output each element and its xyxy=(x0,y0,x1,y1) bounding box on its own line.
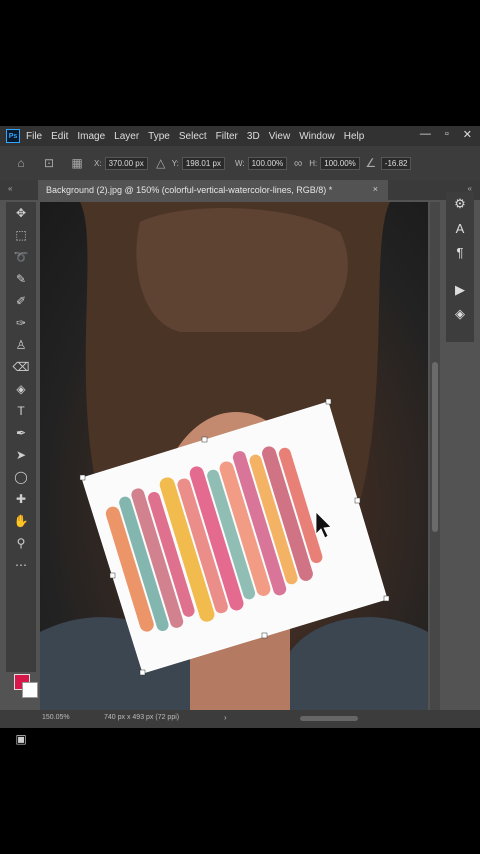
menu-layer[interactable]: Layer xyxy=(114,131,139,142)
brush-icon[interactable]: ✑ xyxy=(6,312,36,334)
layers-icon[interactable]: ◈ xyxy=(446,302,474,326)
eraser-icon[interactable]: ⌫ xyxy=(6,356,36,378)
collapse-toolbar-icon[interactable]: « xyxy=(8,184,12,193)
window-controls: — ▫ ✕ xyxy=(420,128,472,141)
zoom-level[interactable]: 150.05% xyxy=(42,714,70,721)
hair-highlight xyxy=(136,208,348,332)
w-field[interactable]: 100.00% xyxy=(247,156,288,170)
home-icon[interactable]: ⌂ xyxy=(14,156,28,170)
menu-bar: Ps File Edit Image Layer Type Select Fil… xyxy=(0,126,480,146)
h-field[interactable]: 100.00% xyxy=(320,156,360,170)
menu-type[interactable]: Type xyxy=(148,131,170,142)
angle-icon: ∠ xyxy=(365,156,377,170)
photoshop-window: Ps File Edit Image Layer Type Select Fil… xyxy=(0,126,480,746)
tools-panel: ✥ ⬚ ➰ ✎ ✐ ✑ ♙ ⌫ ◈ T ✒ ➤ ◯ ✚ ✋ ⚲ ⋯ ◙ ▣ xyxy=(6,202,38,746)
type-icon[interactable]: A xyxy=(446,216,474,240)
transform-handle-left[interactable] xyxy=(109,572,116,579)
hand-icon[interactable]: ✋ xyxy=(6,510,36,532)
right-panel-dock: ⚙ A ¶ ▶ ◈ xyxy=(446,192,474,342)
transform-handle-tl[interactable] xyxy=(79,474,86,481)
transform-handle-bl[interactable] xyxy=(139,669,146,676)
background-color-swatch[interactable] xyxy=(22,682,38,698)
transform-handle-tr[interactable] xyxy=(325,398,332,405)
document-tabs: « Background (2).jpg @ 150% (colorful-ve… xyxy=(0,180,480,200)
menu-help[interactable]: Help xyxy=(344,131,365,142)
document-tab[interactable]: Background (2).jpg @ 150% (colorful-vert… xyxy=(38,180,388,200)
delta-icon[interactable]: △ xyxy=(154,156,168,170)
play-icon[interactable]: ▶ xyxy=(446,278,474,302)
screen-mode-icon[interactable]: ▣ xyxy=(6,728,36,750)
x-label: X: xyxy=(94,158,102,168)
zoom-icon[interactable]: ✚ xyxy=(6,488,36,510)
document-canvas[interactable] xyxy=(40,202,428,710)
menu-view[interactable]: View xyxy=(269,131,291,142)
color-swatches xyxy=(14,670,40,700)
status-menu-arrow[interactable]: › xyxy=(224,713,227,722)
stamp-icon[interactable]: ♙ xyxy=(6,334,36,356)
canvas-artwork xyxy=(40,202,428,710)
transform-handle-bottom[interactable] xyxy=(261,632,268,639)
menu-edit[interactable]: Edit xyxy=(51,131,68,142)
link-icon[interactable]: ∞ xyxy=(291,156,305,170)
status-bar: 150.05% 740 px x 493 px (72 ppi) › xyxy=(0,710,480,728)
menu-file[interactable]: File xyxy=(26,131,42,142)
vertical-scroll-thumb[interactable] xyxy=(432,362,438,532)
transform-preset-icon[interactable]: ⊡ xyxy=(42,156,56,170)
y-label: Y: xyxy=(171,158,179,168)
menu-window[interactable]: Window xyxy=(299,131,335,142)
w-label: W: xyxy=(234,158,245,168)
photoshop-logo: Ps xyxy=(6,129,20,143)
vertical-scrollbar[interactable] xyxy=(430,202,440,710)
close-icon[interactable]: ✕ xyxy=(463,128,472,141)
paragraph-icon[interactable]: ¶ xyxy=(446,240,474,264)
menu-3d[interactable]: 3D xyxy=(247,131,260,142)
transform-handle-right[interactable] xyxy=(354,497,361,504)
quick-select-icon[interactable]: ✎ xyxy=(6,268,36,290)
horizontal-scroll-thumb[interactable] xyxy=(300,716,358,721)
type-icon[interactable]: T xyxy=(6,400,36,422)
minimize-icon[interactable]: — xyxy=(420,128,431,141)
x-field[interactable]: 370.00 px xyxy=(104,156,148,170)
menu-select[interactable]: Select xyxy=(179,131,207,142)
magnify-icon[interactable]: ⚲ xyxy=(6,532,36,554)
tab-close-icon[interactable]: × xyxy=(373,184,378,194)
document-dimensions: 740 px x 493 px (72 ppi) xyxy=(104,714,180,721)
transform-handle-top[interactable] xyxy=(201,436,208,443)
move-icon[interactable]: ✥ xyxy=(6,202,36,224)
menu-image[interactable]: Image xyxy=(77,131,105,142)
eyedropper-icon[interactable]: ✐ xyxy=(6,290,36,312)
transform-handle-br[interactable] xyxy=(383,595,390,602)
menu-filter[interactable]: Filter xyxy=(216,131,238,142)
reference-point-icon[interactable]: ▦ xyxy=(70,156,84,170)
jacket-right xyxy=(290,617,428,710)
angle-field[interactable]: -16.82 xyxy=(380,156,412,170)
lasso-icon[interactable]: ➰ xyxy=(6,246,36,268)
y-field[interactable]: 198.01 px xyxy=(181,156,225,170)
pen-icon[interactable]: ✒ xyxy=(6,422,36,444)
h-label: H: xyxy=(309,158,318,168)
bucket-icon[interactable]: ◈ xyxy=(6,378,36,400)
character-panel-icon[interactable]: ⚙ xyxy=(446,192,474,216)
marquee-icon[interactable]: ⬚ xyxy=(6,224,36,246)
document-title: Background (2).jpg @ 150% (colorful-vert… xyxy=(46,185,333,195)
ellipse-icon[interactable]: ◯ xyxy=(6,466,36,488)
path-select-icon[interactable]: ➤ xyxy=(6,444,36,466)
more-icon[interactable]: ⋯ xyxy=(6,554,36,576)
restore-icon[interactable]: ▫ xyxy=(445,128,449,141)
options-bar: ⌂ ⊡ ▦ X: 370.00 px △ Y: 198.01 px W: 100… xyxy=(0,146,480,180)
